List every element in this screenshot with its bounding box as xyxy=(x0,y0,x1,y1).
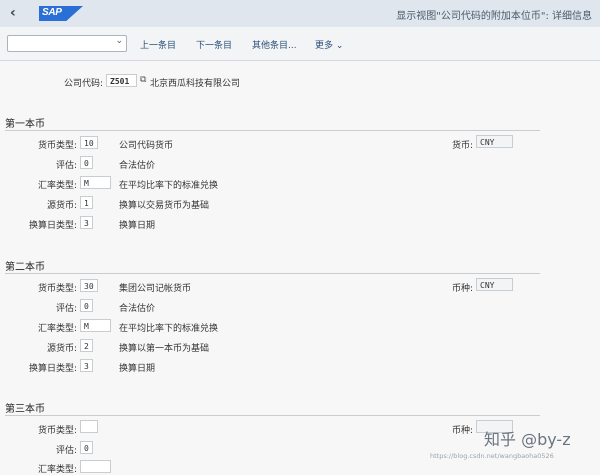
section-second-currency: 第二本币 xyxy=(5,262,45,273)
date-type-text: 换算日期 xyxy=(119,364,156,374)
more-button[interactable]: 更多 ⌄ xyxy=(315,38,343,51)
copy-icon[interactable]: ⧉ xyxy=(140,75,146,85)
currency-type-field[interactable] xyxy=(80,420,98,433)
title-bar: ‹ SAP 显示视图"公司代码的附加本位币": 详细信息 xyxy=(0,0,600,27)
divider xyxy=(5,130,540,131)
valuation-text: 合法估价 xyxy=(119,304,156,314)
source-currency-text: 换算以第一本币为基础 xyxy=(119,344,210,354)
rate-type-text: 在平均比率下的标准兑换 xyxy=(119,324,219,334)
prev-entry-button[interactable]: 上一条目 xyxy=(140,38,176,51)
source-currency-field[interactable]: 2 xyxy=(80,339,93,352)
valuation-label: 评估: xyxy=(55,446,77,456)
divider xyxy=(5,415,540,416)
other-entry-button[interactable]: 其他条目... xyxy=(252,38,297,51)
rate-type-text: 在平均比率下的标准兑换 xyxy=(119,181,219,191)
back-icon[interactable]: ‹ xyxy=(10,5,16,21)
date-type-text: 换算日期 xyxy=(119,221,156,231)
company-code-label: 公司代码: xyxy=(63,79,103,89)
source-currency-text: 换算以交易货币为基础 xyxy=(119,201,210,211)
valuation-label: 评估: xyxy=(55,304,77,314)
valuation-label: 评估: xyxy=(55,161,77,171)
currency-field[interactable]: CNY xyxy=(476,278,513,291)
window-title: 显示视图"公司代码的附加本位币": 详细信息 xyxy=(396,11,592,22)
rate-type-label: 汇率类型: xyxy=(37,181,77,191)
valuation-field[interactable]: 0 xyxy=(80,156,93,169)
rate-type-label: 汇率类型: xyxy=(37,465,77,475)
logo-text: SAP xyxy=(42,7,62,18)
currency-label: 币种: xyxy=(451,284,473,294)
rate-type-field[interactable]: M xyxy=(80,176,111,189)
section-third-currency: 第三本币 xyxy=(5,404,45,415)
watermark: 知乎 @by-z xyxy=(484,430,571,449)
divider xyxy=(5,273,540,274)
watermark-url: https://blog.csdn.net/wangbaoha0526 xyxy=(430,452,554,460)
currency-type-field[interactable]: 30 xyxy=(80,279,98,292)
date-type-field[interactable]: 3 xyxy=(80,216,93,229)
valuation-field[interactable]: 0 xyxy=(80,441,93,454)
currency-type-field[interactable]: 10 xyxy=(80,136,98,149)
currency-type-label: 货币类型: xyxy=(37,141,77,151)
chevron-down-icon: ⌄ xyxy=(115,36,123,46)
currency-type-label: 货币类型: xyxy=(37,284,77,294)
currency-label: 货币: xyxy=(451,141,473,151)
currency-type-text: 集团公司记帐货币 xyxy=(119,284,192,294)
company-name: 北京西瓜科技有限公司 xyxy=(150,79,241,89)
source-currency-field[interactable]: 1 xyxy=(80,196,93,209)
currency-field[interactable]: CNY xyxy=(476,135,513,148)
next-entry-button[interactable]: 下一条目 xyxy=(196,38,232,51)
more-label: 更多 xyxy=(315,41,334,51)
source-currency-label: 源货币: xyxy=(46,344,77,354)
valuation-text: 合法估价 xyxy=(119,161,156,171)
currency-label: 币种: xyxy=(451,426,473,436)
toolbar: ⌄ 上一条目 下一条目 其他条目... 更多 ⌄ xyxy=(0,27,600,61)
currency-type-text: 公司代码货币 xyxy=(119,141,174,151)
chevron-down-icon: ⌄ xyxy=(335,41,344,51)
date-type-field[interactable]: 3 xyxy=(80,359,93,372)
date-type-label: 换算日类型: xyxy=(28,364,77,374)
rate-type-field[interactable]: M xyxy=(80,319,111,332)
source-currency-label: 源货币: xyxy=(46,201,77,211)
date-type-label: 换算日类型: xyxy=(28,221,77,231)
currency-type-label: 货币类型: xyxy=(37,426,77,436)
sap-logo: SAP xyxy=(39,6,83,21)
section-first-currency: 第一本币 xyxy=(5,119,45,130)
valuation-field[interactable]: 0 xyxy=(80,299,93,312)
rate-type-label: 汇率类型: xyxy=(37,324,77,334)
entry-select[interactable]: ⌄ xyxy=(7,35,127,52)
company-code-field[interactable]: Z501 xyxy=(106,74,137,87)
